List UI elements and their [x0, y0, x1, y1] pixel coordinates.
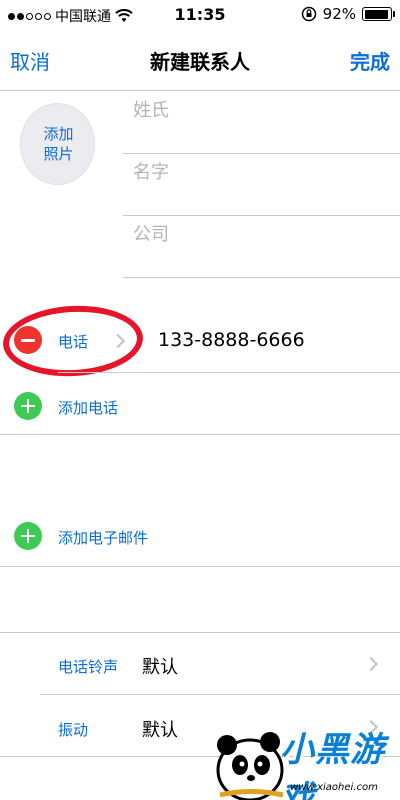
ringtone-value: 默认: [142, 657, 178, 678]
ringtone-chevron-icon: [363, 656, 379, 672]
add-email-divider: [0, 566, 400, 567]
done-button[interactable]: 完成: [350, 46, 390, 75]
battery-fill: [364, 9, 388, 19]
status-bar: 中国联通 11:35 92%: [0, 0, 400, 30]
ringtone-label: 电话铃声: [58, 658, 119, 676]
add-photo-label-line1: 添加: [43, 125, 74, 143]
highlight-circle: [1, 302, 145, 380]
battery-percent: 92%: [322, 5, 356, 23]
add-photo-button[interactable]: 添加 照片: [20, 103, 95, 185]
rotation-lock-icon: [301, 6, 316, 22]
add-phone-divider: [0, 434, 400, 435]
company-field[interactable]: [133, 224, 383, 245]
add-phone-button[interactable]: 添加电话: [58, 397, 118, 418]
first-name-field[interactable]: [133, 162, 383, 183]
nav-bar: 取消 新建联系人 完成: [0, 30, 400, 90]
first-name-row: [123, 154, 400, 216]
ringtone-divider: [40, 694, 400, 695]
company-row: [123, 216, 400, 278]
add-photo-label: 添加 照片: [21, 124, 94, 164]
nav-divider: [0, 90, 400, 91]
add-phone-icon[interactable]: [14, 392, 42, 420]
vibration-label: 振动: [58, 721, 89, 739]
battery-icon: [362, 7, 395, 21]
add-email-icon[interactable]: [14, 522, 42, 550]
settings-top-divider: [0, 632, 400, 633]
last-name-row: [123, 92, 400, 154]
vibration-value: 默认: [142, 720, 178, 741]
phone-number-field[interactable]: 133-8888-6666: [158, 329, 305, 351]
add-email-button[interactable]: 添加电子邮件: [58, 527, 148, 548]
phone-divider: [58, 372, 400, 373]
last-name-field[interactable]: [133, 100, 383, 121]
status-right: 92%: [301, 5, 395, 23]
watermark-url: www.xiaohei.com: [290, 782, 378, 793]
add-photo-label-line2: 照片: [43, 145, 74, 163]
page-title: 新建联系人: [150, 50, 250, 74]
